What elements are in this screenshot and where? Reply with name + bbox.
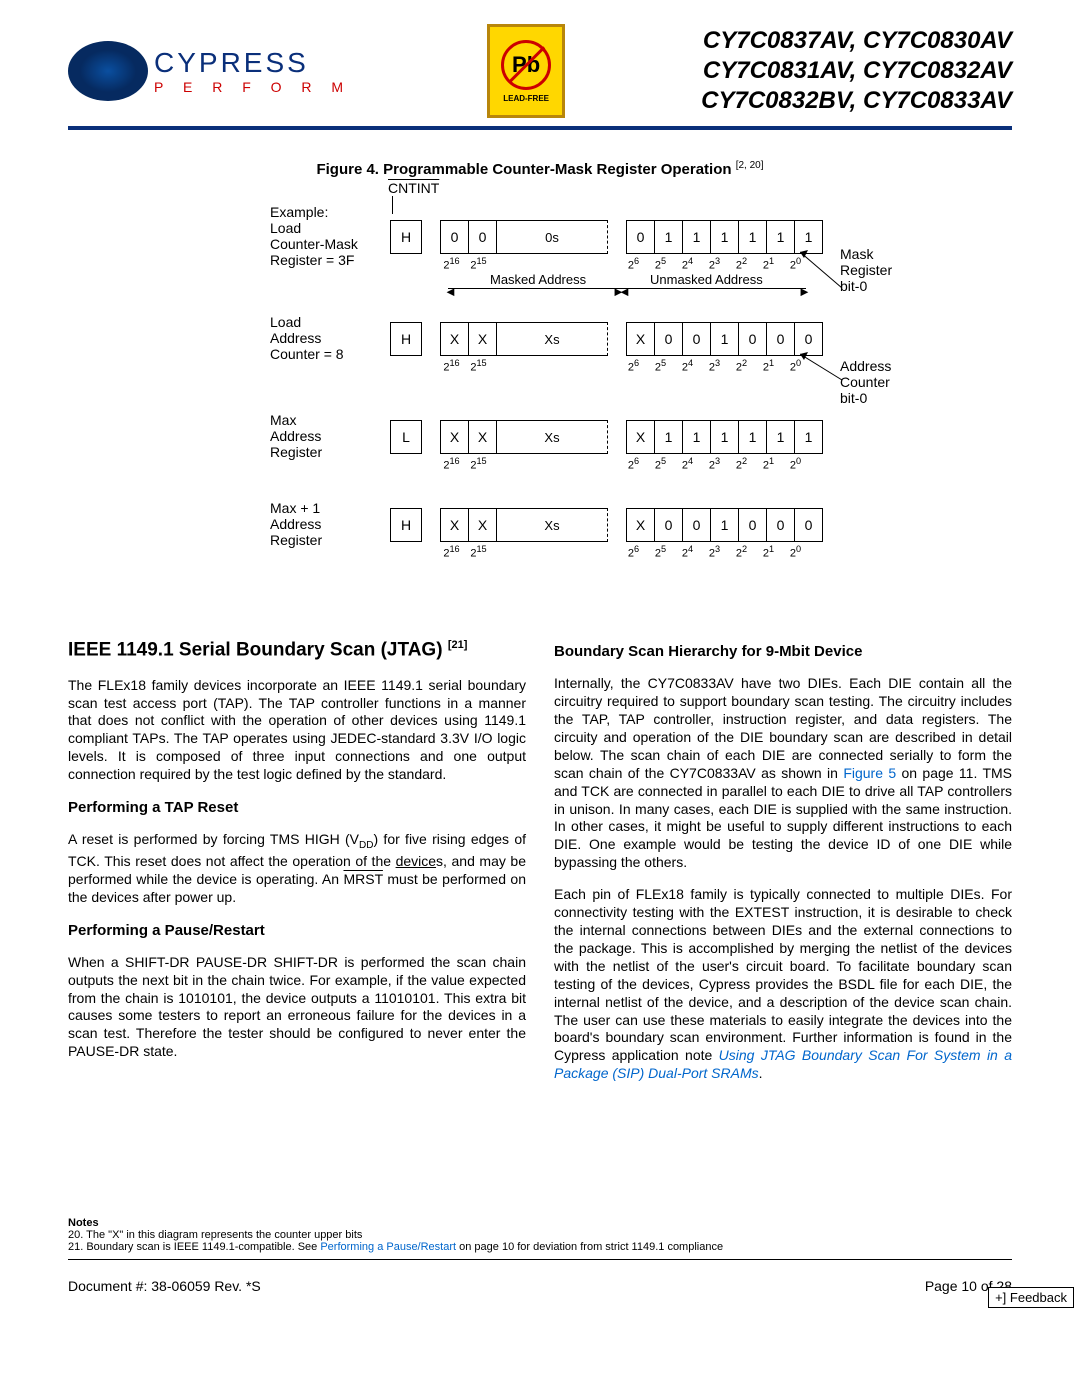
masked-address-label: Masked Address — [490, 272, 586, 287]
lead-free-text: LEAD-FREE — [503, 94, 549, 103]
lead-free-badge: Pb LEAD-FREE — [487, 24, 565, 118]
hierarchy-p1: Internally, the CY7C0833AV have two DIEs… — [554, 675, 1012, 872]
register-operation-diagram: CNTINT Example: Load Counter-Mask Regist… — [160, 184, 920, 604]
row-label-maxplus: Max + 1 Address Register — [270, 500, 380, 548]
doc-number: Document #: 38-06059 Rev. *S — [68, 1278, 261, 1294]
row-label-example: Example: Load Counter-Mask Register = 3F — [270, 204, 380, 268]
right-column: Boundary Scan Hierarchy for 9-Mbit Devic… — [554, 628, 1012, 1097]
figure5-link[interactable]: Figure 5 — [843, 765, 896, 781]
pb-no-icon: Pb — [501, 40, 551, 90]
logo-subtitle: P E R F O R M — [154, 79, 351, 95]
jtag-heading: IEEE 1149.1 Serial Boundary Scan (JTAG) … — [68, 638, 526, 663]
pause-restart-text: When a SHIFT-DR PAUSE-DR SHIFT-DR is per… — [68, 954, 526, 1061]
note-21: 21. Boundary scan is IEEE 1149.1-compati… — [68, 1241, 723, 1253]
hierarchy-p2: Each pin of FLEx18 family is typically c… — [554, 886, 1012, 1083]
feedback-button[interactable]: +] Feedback — [988, 1287, 1074, 1308]
part-line-1: CY7C0837AV, CY7C0830AV — [701, 26, 1012, 56]
note-21-link[interactable]: Performing a Pause/Restart — [320, 1241, 456, 1253]
notes-section: Notes 20. The "X" in this diagram repres… — [68, 1217, 1012, 1253]
unmasked-address-label: Unmasked Address — [650, 272, 763, 287]
page-header: CYPRESS P E R F O R M Pb LEAD-FREE CY7C0… — [68, 24, 1012, 130]
part-line-2: CY7C0831AV, CY7C0832AV — [701, 56, 1012, 86]
logo-name: CYPRESS — [154, 47, 309, 79]
row1-h: H — [390, 220, 422, 254]
row-label-max: Max Address Register — [270, 412, 380, 460]
cntint-signal: CNTINT — [388, 180, 439, 196]
pause-restart-heading: Performing a Pause/Restart — [68, 921, 526, 940]
globe-icon — [68, 41, 148, 101]
doc-footer: Document #: 38-06059 Rev. *S Page 10 of … — [68, 1278, 1012, 1294]
row-label-load-counter: Load Address Counter = 8 — [270, 314, 380, 362]
jtag-intro: The FLEx18 family devices incorporate an… — [68, 677, 526, 784]
part-numbers: CY7C0837AV, CY7C0830AV CY7C0831AV, CY7C0… — [701, 26, 1012, 116]
tap-reset-heading: Performing a TAP Reset — [68, 798, 526, 817]
part-line-3: CY7C0832BV, CY7C0833AV — [701, 86, 1012, 116]
tap-reset-text: A reset is performed by forcing TMS HIGH… — [68, 831, 526, 906]
left-column: IEEE 1149.1 Serial Boundary Scan (JTAG) … — [68, 628, 526, 1097]
note-20: 20. The "X" in this diagram represents t… — [68, 1229, 362, 1241]
cypress-logo: CYPRESS P E R F O R M — [68, 41, 351, 101]
notes-title: Notes — [68, 1217, 99, 1229]
figure-title: Figure 4. Programmable Counter-Mask Regi… — [68, 160, 1012, 178]
hierarchy-heading: Boundary Scan Hierarchy for 9-Mbit Devic… — [554, 642, 1012, 661]
